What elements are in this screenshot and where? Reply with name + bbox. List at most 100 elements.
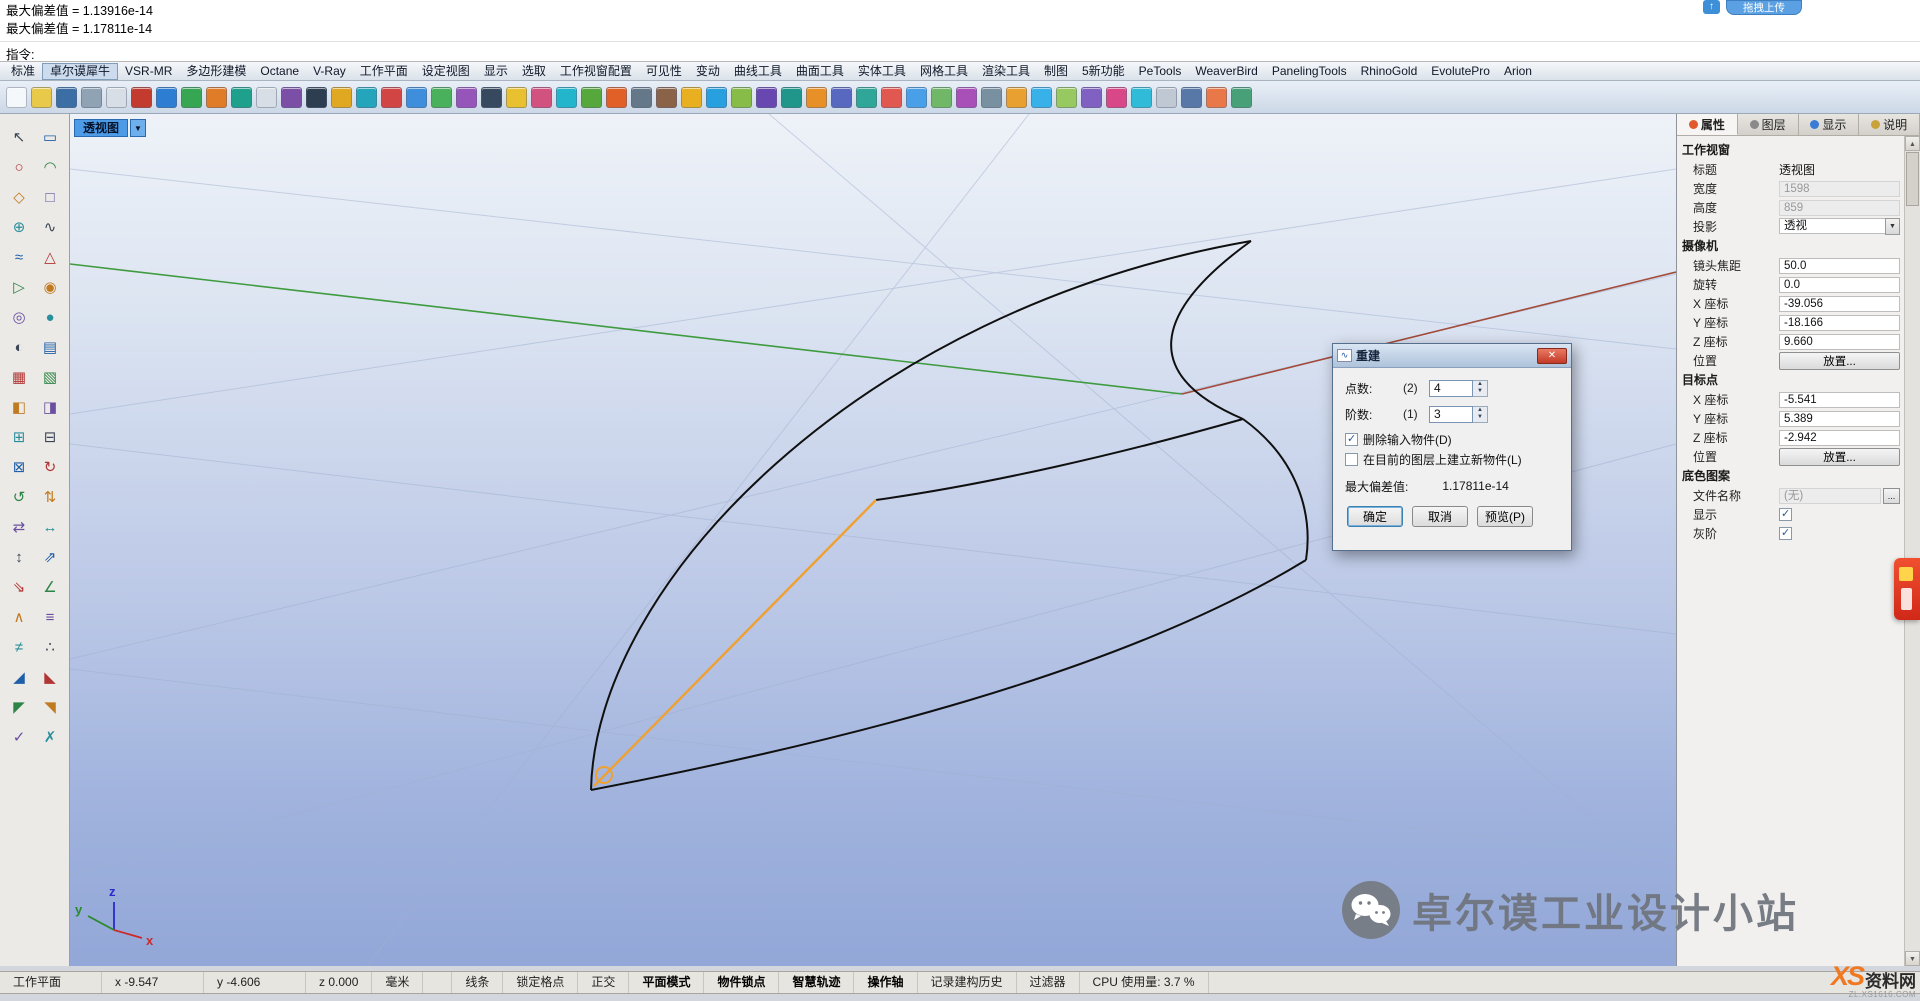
menu-item[interactable]: 工作平面	[353, 63, 415, 80]
toolbar-icon[interactable]	[631, 87, 652, 108]
selected-curve[interactable]	[594, 500, 876, 786]
palette-tool-icon[interactable]: ⊞	[4, 422, 35, 452]
target-place-button[interactable]: 放置...	[1779, 448, 1900, 466]
palette-tool-icon[interactable]: ≡	[35, 602, 66, 632]
status-cell[interactable]: 过滤器	[1017, 972, 1080, 993]
menu-item[interactable]: 网格工具	[913, 63, 975, 80]
degree-input[interactable]: 3	[1429, 406, 1473, 423]
palette-tool-icon[interactable]: ↻	[35, 452, 66, 482]
toolbar-icon[interactable]	[1231, 87, 1252, 108]
menu-item[interactable]: 实体工具	[851, 63, 913, 80]
panel-scrollbar[interactable]: ▲ ▼	[1904, 136, 1920, 966]
palette-tool-icon[interactable]: ◐	[4, 332, 35, 362]
chevron-down-icon[interactable]: ▼	[1885, 218, 1900, 235]
menu-item[interactable]: PeTools	[1132, 63, 1189, 80]
toolbar-icon[interactable]	[1156, 87, 1177, 108]
status-cell[interactable]: 平面模式	[629, 972, 704, 993]
projection-combo[interactable]: 透视▼	[1779, 218, 1900, 235]
toolbar-icon[interactable]	[1006, 87, 1027, 108]
palette-tool-icon[interactable]: ▦	[4, 362, 35, 392]
palette-tool-icon[interactable]: ◥	[35, 692, 66, 722]
palette-tool-icon[interactable]: ⇘	[4, 572, 35, 602]
palette-tool-icon[interactable]: ⊠	[4, 452, 35, 482]
palette-tool-icon[interactable]: ⇄	[4, 512, 35, 542]
toolbar-icon[interactable]	[6, 87, 27, 108]
palette-tool-icon[interactable]: ≈	[4, 242, 35, 272]
panel-tab[interactable]: 显示	[1799, 114, 1860, 135]
spinner-down-icon[interactable]: ▼	[1473, 414, 1487, 421]
status-cell[interactable]: 记录建构历史	[918, 972, 1017, 993]
palette-tool-icon[interactable]: ∧	[4, 602, 35, 632]
camera-place-button[interactable]: 放置...	[1779, 352, 1900, 370]
palette-tool-icon[interactable]: ◢	[4, 662, 35, 692]
menu-item[interactable]: 工作视窗配置	[553, 63, 639, 80]
toolbar-icon[interactable]	[581, 87, 602, 108]
scroll-up-icon[interactable]: ▲	[1905, 136, 1920, 151]
toolbar-icon[interactable]	[31, 87, 52, 108]
status-cell[interactable]: y -4.606	[204, 972, 306, 993]
palette-tool-icon[interactable]: ◎	[4, 302, 35, 332]
close-icon[interactable]: ✕	[1537, 348, 1567, 364]
menu-item[interactable]: 5新功能	[1075, 63, 1132, 80]
menu-item[interactable]: VSR-MR	[118, 63, 179, 80]
toolbar-icon[interactable]	[431, 87, 452, 108]
toolbar-icon[interactable]	[356, 87, 377, 108]
palette-tool-icon[interactable]: ↖	[4, 122, 35, 152]
menu-item[interactable]: PanelingTools	[1265, 63, 1354, 80]
toolbar-icon[interactable]	[831, 87, 852, 108]
command-history-area[interactable]: 最大偏差值 = 1.13916e-14 最大偏差值 = 1.17811e-14 …	[0, 0, 1920, 62]
toolbar-icon[interactable]	[81, 87, 102, 108]
spinner-up-icon[interactable]: ▲	[1473, 381, 1487, 388]
preview-button[interactable]: 预览(P)	[1477, 506, 1533, 527]
palette-tool-icon[interactable]: ✓	[4, 722, 35, 752]
camera-z-field[interactable]: 9.660	[1779, 334, 1900, 350]
target-z-field[interactable]: -2.942	[1779, 430, 1900, 446]
camera-y-field[interactable]: -18.166	[1779, 315, 1900, 331]
rebuild-dialog-titlebar[interactable]: ∿ 重建 ✕	[1333, 344, 1571, 368]
palette-tool-icon[interactable]: ⊕	[4, 212, 35, 242]
toolbar-icon[interactable]	[706, 87, 727, 108]
toolbar-icon[interactable]	[906, 87, 927, 108]
dialog-checkbox-row[interactable]: 在目前的图层上建立新物件(L)	[1345, 450, 1561, 468]
toolbar-icon[interactable]	[106, 87, 127, 108]
degree-spinner[interactable]: ▲▼	[1473, 406, 1488, 423]
toolbar-icon[interactable]	[556, 87, 577, 108]
palette-tool-icon[interactable]: ◇	[4, 182, 35, 212]
filename-field[interactable]: (无)	[1779, 488, 1881, 504]
menu-item[interactable]: 变动	[689, 63, 727, 80]
toolbar-icon[interactable]	[456, 87, 477, 108]
toolbar-icon[interactable]	[131, 87, 152, 108]
status-cell[interactable]: 智慧轨迹	[779, 972, 854, 993]
toolbar-icon[interactable]	[981, 87, 1002, 108]
palette-tool-icon[interactable]: ↕	[4, 542, 35, 572]
toolbar-icon[interactable]	[181, 87, 202, 108]
toolbar-icon[interactable]	[606, 87, 627, 108]
menu-item[interactable]: 渲染工具	[975, 63, 1037, 80]
palette-tool-icon[interactable]: ∠	[35, 572, 66, 602]
panel-tab[interactable]: 图层	[1738, 114, 1799, 135]
upload-icon[interactable]: ↑	[1703, 0, 1720, 14]
cplane-axis-gizmo[interactable]: z x y	[75, 884, 154, 948]
toolbar-icon[interactable]	[481, 87, 502, 108]
toolbar-icon[interactable]	[156, 87, 177, 108]
palette-tool-icon[interactable]: ↺	[4, 482, 35, 512]
point-count-spinner[interactable]: ▲▼	[1473, 380, 1488, 397]
toolbar-icon[interactable]	[656, 87, 677, 108]
palette-tool-icon[interactable]: ✗	[35, 722, 66, 752]
toolbar-icon[interactable]	[1106, 87, 1127, 108]
palette-tool-icon[interactable]: ○	[4, 152, 35, 182]
palette-tool-icon[interactable]: ▷	[4, 272, 35, 302]
menu-item[interactable]: V-Ray	[306, 63, 353, 80]
menu-item[interactable]: 选取	[515, 63, 553, 80]
toolbar-icon[interactable]	[406, 87, 427, 108]
toolbar-icon[interactable]	[1181, 87, 1202, 108]
toolbar-icon[interactable]	[1206, 87, 1227, 108]
palette-tool-icon[interactable]: ↔	[35, 512, 66, 542]
side-promo-badge[interactable]	[1894, 558, 1920, 620]
upload-button[interactable]: 拖拽上传	[1726, 0, 1802, 15]
wallpaper-show-checkbox[interactable]	[1779, 508, 1792, 521]
menu-item[interactable]: 多边形建模	[179, 63, 253, 80]
status-cell[interactable]: 毫米	[372, 972, 423, 993]
toolbar-icon[interactable]	[731, 87, 752, 108]
toolbar-icon[interactable]	[381, 87, 402, 108]
